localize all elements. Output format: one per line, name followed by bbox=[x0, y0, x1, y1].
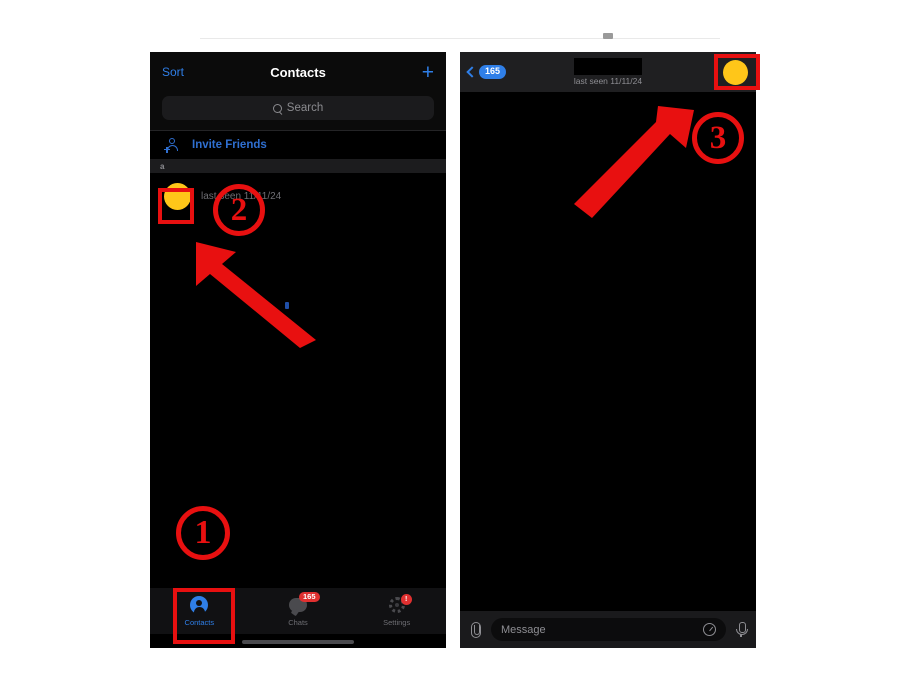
chat-avatar[interactable] bbox=[723, 59, 748, 85]
timer-icon[interactable] bbox=[703, 623, 716, 636]
tab-settings[interactable]: ! Settings bbox=[347, 594, 446, 627]
contact-name-redacted bbox=[574, 58, 642, 75]
tab-chats[interactable]: 165 Chats bbox=[249, 592, 348, 627]
section-header: a bbox=[150, 159, 446, 173]
search-input[interactable]: Search bbox=[162, 96, 434, 120]
paperclip-icon[interactable] bbox=[468, 621, 483, 638]
settings-icon: ! bbox=[387, 594, 412, 615]
section-header-letter: a bbox=[160, 161, 165, 171]
home-indicator bbox=[242, 640, 354, 644]
back-unread-badge[interactable]: 165 bbox=[479, 65, 507, 79]
page-title: Contacts bbox=[270, 64, 326, 80]
top-edge-artifact-blob bbox=[603, 33, 613, 39]
highlight-box-contacts-tab bbox=[173, 588, 235, 644]
microphone-icon[interactable] bbox=[734, 621, 748, 638]
search-placeholder: Search bbox=[286, 102, 324, 114]
invite-friends-label: Invite Friends bbox=[192, 139, 267, 151]
sort-button[interactable]: Sort bbox=[162, 65, 184, 79]
message-input[interactable]: Message bbox=[491, 618, 726, 641]
contacts-navbar: Sort Contacts + bbox=[150, 52, 446, 92]
chat-navbar: 165 last seen 11/11/24 bbox=[460, 52, 756, 92]
person-plus-icon bbox=[164, 137, 180, 153]
arrow-to-chat-avatar bbox=[574, 106, 694, 218]
chats-badge: 165 bbox=[299, 592, 320, 603]
chevron-left-icon[interactable] bbox=[466, 66, 478, 78]
add-contact-icon[interactable]: + bbox=[422, 62, 434, 83]
top-edge-artifact bbox=[200, 38, 720, 39]
tab-chats-label: Chats bbox=[288, 618, 308, 627]
settings-badge: ! bbox=[400, 594, 412, 605]
contact-list-item[interactable]: last seen 11/11/24 bbox=[150, 173, 446, 219]
step-marker-1: 1 bbox=[176, 506, 230, 560]
screenshot-canvas: Sort Contacts + Search Invite Friends a … bbox=[0, 0, 900, 685]
message-placeholder: Message bbox=[501, 623, 546, 636]
highlight-box-contact-avatar bbox=[158, 188, 194, 224]
chat-last-seen: last seen 11/11/24 bbox=[573, 76, 643, 86]
search-icon bbox=[272, 103, 282, 113]
invite-friends-row[interactable]: Invite Friends bbox=[150, 131, 446, 159]
message-input-bar: Message bbox=[460, 611, 756, 648]
arrow-to-contact-avatar bbox=[196, 242, 316, 348]
chats-icon: 165 bbox=[288, 592, 320, 615]
search-bar-container: Search bbox=[150, 92, 446, 130]
tab-settings-label: Settings bbox=[383, 618, 411, 627]
